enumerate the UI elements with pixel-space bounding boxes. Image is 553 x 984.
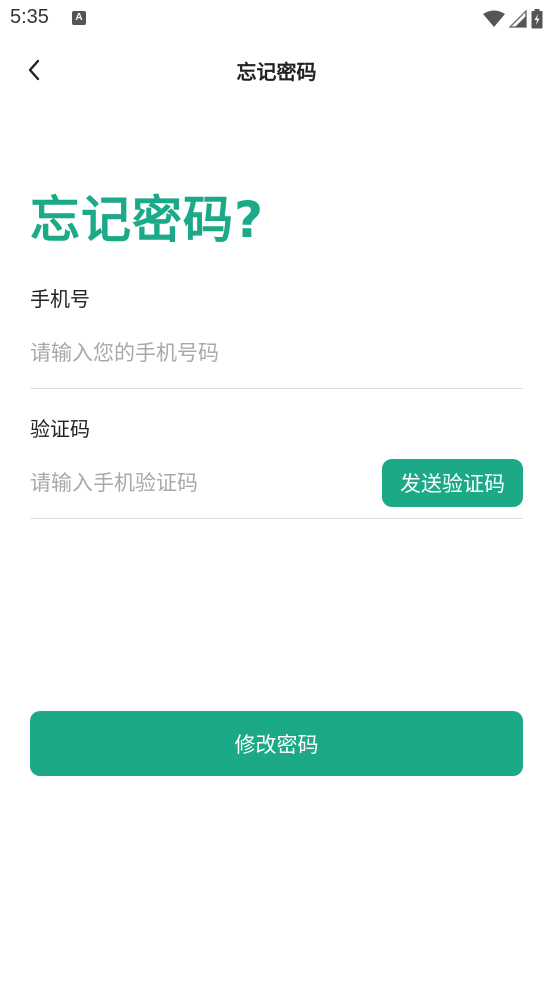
status-bar: 5:35 A [0, 0, 553, 38]
top-bar: 忘记密码 [0, 38, 553, 102]
battery-charging-icon [531, 9, 543, 29]
form-heading: 忘记密码? [30, 191, 265, 249]
wifi-icon [483, 10, 505, 27]
signal-icon [509, 10, 527, 28]
status-time: 5:35 [10, 6, 49, 28]
code-divider [30, 518, 523, 519]
send-code-button[interactable]: 发送验证码 [382, 459, 523, 507]
status-icons [483, 7, 543, 31]
phone-label: 手机号 [30, 287, 90, 311]
phone-input[interactable] [30, 328, 523, 378]
change-password-button[interactable]: 修改密码 [30, 711, 523, 776]
page-title: 忘记密码 [236, 60, 317, 84]
a-letter-icon: A [72, 11, 86, 25]
phone-divider [30, 388, 523, 389]
code-input[interactable] [30, 458, 370, 508]
code-label: 验证码 [30, 417, 90, 441]
